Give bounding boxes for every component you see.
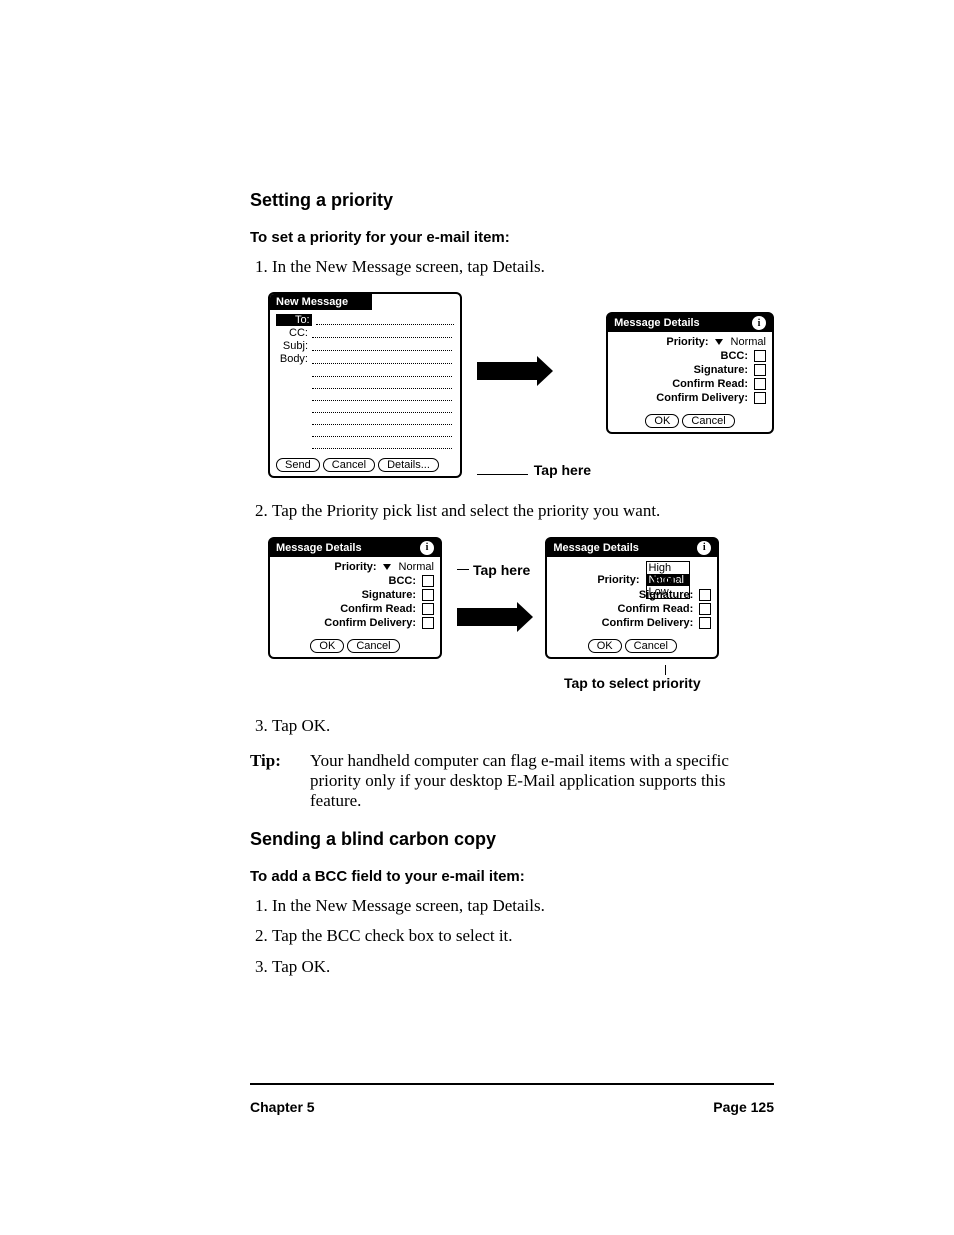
confirm-read-checkbox-1[interactable]: [754, 378, 766, 390]
confirm-read-label-2: Confirm Read:: [340, 603, 416, 615]
arrow-right-icon: [477, 362, 537, 380]
tip-label: Tip:: [250, 751, 288, 811]
footer-rule: [250, 1083, 774, 1085]
priority-value-2[interactable]: Normal: [399, 561, 434, 573]
confirm-delivery-checkbox-2[interactable]: [422, 617, 434, 629]
priority-label-1: Priority:: [666, 336, 708, 348]
bcc-step-3: Tap OK.: [272, 954, 774, 980]
subheading-bcc: To add a BCC field to your e-mail item:: [250, 868, 774, 885]
confirm-delivery-checkbox-3[interactable]: [699, 617, 711, 629]
message-details-title-3: Message Details: [553, 542, 639, 554]
priority-value-1[interactable]: Normal: [731, 336, 766, 348]
priority-label-2: Priority:: [334, 561, 376, 573]
priority-option-high[interactable]: High: [647, 562, 689, 574]
subj-label: Subj:: [276, 340, 308, 352]
step-1: In the New Message screen, tap Details.: [272, 254, 774, 280]
confirm-delivery-label-3: Confirm Delivery:: [602, 617, 694, 629]
subheading-set-priority: To set a priority for your e-mail item:: [250, 229, 774, 246]
new-message-title: New Message: [276, 296, 348, 308]
bcc-label-2: BCC:: [389, 575, 417, 587]
callout-tap-select: Tap to select priority: [564, 675, 701, 691]
body-label: Body:: [276, 353, 308, 365]
message-details-title-2: Message Details: [276, 542, 362, 554]
bcc-label-1: BCC:: [721, 350, 749, 362]
bcc-label-3: BCC:: [653, 575, 681, 587]
cc-label: CC:: [276, 327, 308, 339]
ok-button-1[interactable]: OK: [645, 414, 679, 428]
bcc-checkbox-1[interactable]: [754, 350, 766, 362]
ok-button-3[interactable]: OK: [588, 639, 622, 653]
arrow-right-icon: [457, 608, 517, 626]
message-details-window-1: Message Details i Priority: Normal BCC: …: [606, 312, 774, 434]
to-label: To:: [276, 314, 312, 326]
signature-checkbox-1[interactable]: [754, 364, 766, 376]
dropdown-icon[interactable]: [383, 564, 391, 570]
cancel-button-1[interactable]: Cancel: [682, 414, 734, 428]
cancel-button[interactable]: Cancel: [323, 458, 375, 472]
signature-label-3: Signature:: [639, 589, 693, 601]
cancel-button-2[interactable]: Cancel: [347, 639, 399, 653]
signature-label-1: Signature:: [694, 364, 748, 376]
confirm-delivery-label-1: Confirm Delivery:: [656, 392, 748, 404]
bcc-step-1: In the New Message screen, tap Details.: [272, 893, 774, 919]
confirm-delivery-checkbox-1[interactable]: [754, 392, 766, 404]
step-2: Tap the Priority pick list and select th…: [272, 498, 774, 524]
signature-checkbox-2[interactable]: [422, 589, 434, 601]
priority-label-3: Priority:: [597, 574, 639, 586]
info-icon[interactable]: i: [420, 541, 434, 555]
details-button[interactable]: Details...: [378, 458, 439, 472]
info-icon[interactable]: i: [752, 316, 766, 330]
heading-setting-priority: Setting a priority: [250, 190, 774, 211]
heading-bcc: Sending a blind carbon copy: [250, 829, 774, 850]
confirm-read-checkbox-3[interactable]: [699, 603, 711, 615]
bcc-checkbox-2[interactable]: [422, 575, 434, 587]
bcc-step-2: Tap the BCC check box to select it.: [272, 923, 774, 949]
confirm-read-checkbox-2[interactable]: [422, 603, 434, 615]
new-message-window: New Message To: CC: Subj: Body: Send: [268, 292, 462, 478]
dropdown-icon[interactable]: [715, 339, 723, 345]
footer-page: Page 125: [713, 1099, 774, 1115]
cancel-button-3[interactable]: Cancel: [625, 639, 677, 653]
step-3: Tap OK.: [272, 713, 774, 739]
callout-tap-here-1: Tap here: [534, 462, 591, 478]
signature-label-2: Signature:: [362, 589, 416, 601]
ok-button-2[interactable]: OK: [310, 639, 344, 653]
send-button[interactable]: Send: [276, 458, 320, 472]
message-details-window-2: Message Details i Priority: Normal BCC: …: [268, 537, 442, 659]
info-icon[interactable]: i: [697, 541, 711, 555]
callout-tap-here-2: Tap here: [473, 562, 530, 578]
confirm-delivery-label-2: Confirm Delivery:: [324, 617, 416, 629]
footer-chapter: Chapter 5: [250, 1099, 315, 1115]
tip-text: Your handheld computer can flag e-mail i…: [310, 751, 774, 811]
confirm-read-label-3: Confirm Read:: [618, 603, 694, 615]
message-details-title-1: Message Details: [614, 317, 700, 329]
signature-checkbox-3[interactable]: [699, 589, 711, 601]
confirm-read-label-1: Confirm Read:: [672, 378, 748, 390]
message-details-window-3: Message Details i Priority: High Normal …: [545, 537, 719, 659]
